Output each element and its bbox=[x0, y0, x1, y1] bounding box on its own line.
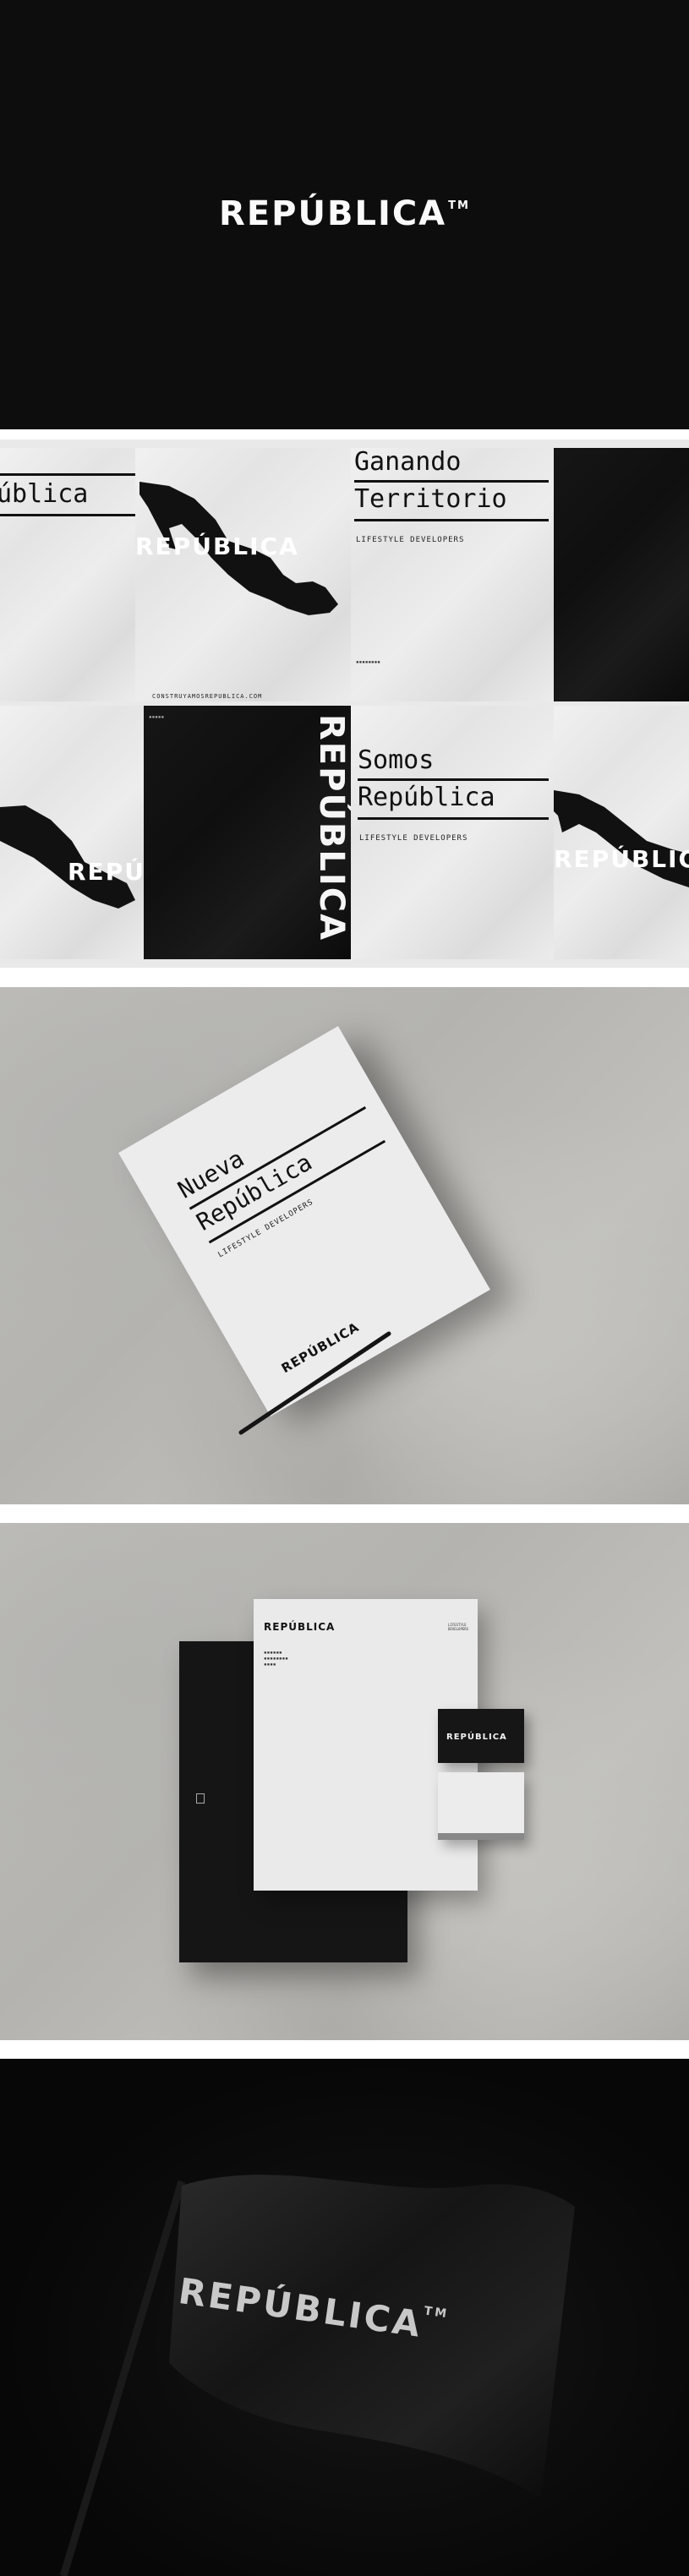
poster-logo-overlay: REPÚBLICA bbox=[68, 858, 144, 886]
poster-tagline: LIFESTYLE DEVELOPERS bbox=[356, 536, 465, 544]
poster-somos-republica: Somos República LIFESTYLE DEVELOPERS bbox=[351, 706, 554, 959]
business-card-back bbox=[438, 1772, 524, 1840]
poster-headline-line1: Somos bbox=[358, 745, 435, 775]
pencil-icon bbox=[238, 1331, 391, 1435]
business-card-logo: REPÚBLICA bbox=[446, 1733, 507, 1742]
business-card-front: REPÚBLICA bbox=[438, 1709, 524, 1763]
poster-vertical-logo: ▪▪▪▪▪ REPÚBLICA bbox=[144, 706, 351, 959]
mexico-map-icon bbox=[0, 805, 135, 909]
stationery-panel: REPÚBLICA LIFESTYLE DEVELOPERS ▪▪▪▪▪▪ ▪▪▪… bbox=[0, 1523, 689, 2040]
poster-map-partial: REPÚBLICA bbox=[0, 706, 144, 959]
brand-logo: REPÚBLICA TM bbox=[0, 194, 689, 233]
logo-hero-panel: REPÚBLICA TM bbox=[0, 0, 689, 429]
poster-headline-line1: Ganando bbox=[354, 448, 462, 477]
brand-name: REPÚBLICA bbox=[219, 194, 447, 233]
poster-wall-panel: ública REPÚBLICA CONSTRUYAMOSREPUBLICA.C… bbox=[0, 439, 689, 968]
poster-website: CONSTRUYAMOSREPUBLICA.COM bbox=[152, 693, 263, 700]
flag-panel: REPÚBLICATM bbox=[0, 2059, 689, 2576]
envelope-mark-icon bbox=[196, 1793, 205, 1804]
mexico-map-icon bbox=[139, 482, 338, 615]
poster-headline-line2: Territorio bbox=[354, 484, 507, 514]
flag-trademark: TM bbox=[423, 2304, 451, 2322]
poster-title-partial: ública bbox=[0, 479, 89, 509]
poster-logo-overlay: REPÚBLICA bbox=[135, 532, 299, 560]
letterhead-page-logo: REPÚBLICA bbox=[264, 1621, 336, 1633]
poster-map-right: REPÚBLICA bbox=[554, 706, 689, 959]
trademark: TM bbox=[448, 199, 470, 212]
poster-map-white: REPÚBLICA CONSTRUYAMOSREPUBLICA.COM bbox=[135, 448, 351, 701]
mexico-map-icon bbox=[554, 790, 689, 887]
poster-headline-line2: República bbox=[358, 783, 495, 812]
poster-tagline: LIFESTYLE DEVELOPERS bbox=[359, 834, 468, 843]
letterhead-page-tagline: LIFESTYLE DEVELOPERS bbox=[448, 1623, 469, 1631]
poster-ganando-territorio: Ganando Territorio LIFESTYLE DEVELOPERS … bbox=[351, 448, 554, 701]
poster-logo-overlay: REPÚBLICA bbox=[554, 845, 689, 873]
poster-vertical-brand: REPÚBLICA bbox=[312, 714, 351, 942]
poster-partial-title: ública bbox=[0, 448, 135, 701]
poster-black-plain bbox=[554, 448, 689, 701]
